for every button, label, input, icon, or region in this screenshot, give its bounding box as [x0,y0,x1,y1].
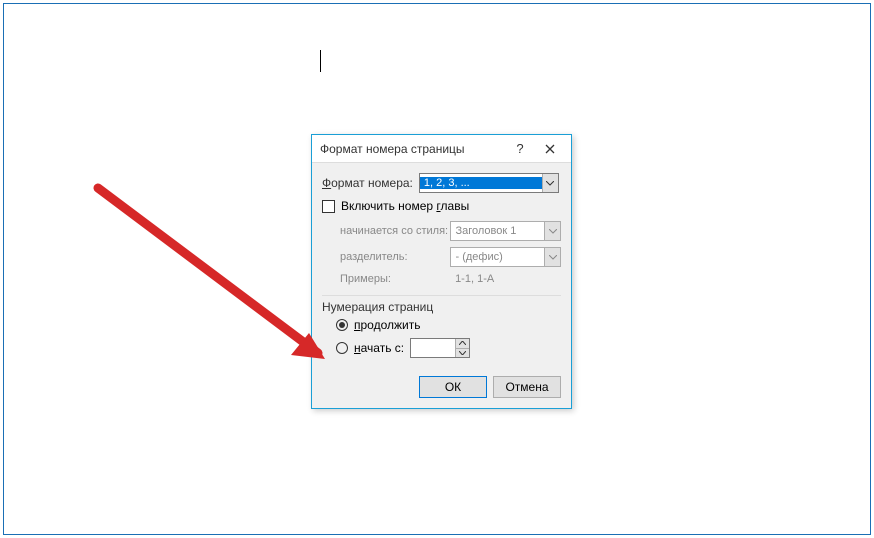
chevron-down-icon [544,222,560,240]
chevron-up-icon [459,341,466,345]
spinner-up-button[interactable] [456,339,469,349]
separator-value: - (дефис) [451,251,544,263]
dialog-body: Формат номера: 1, 2, 3, ... Включить ном… [312,163,571,368]
start-at-radio-row[interactable]: начать с: [322,338,561,358]
chapter-style-dropdown[interactable]: Заголовок 1 [450,221,561,241]
examples-row: Примеры: 1-1, 1-A [322,273,561,285]
format-dropdown[interactable]: 1, 2, 3, ... [419,173,559,193]
chapter-subgroup: начинается со стиля: Заголовок 1 раздели… [322,221,561,267]
close-icon [545,144,555,154]
page-number-format-dialog: Формат номера страницы ? Формат номера: … [311,134,572,409]
start-at-spinner[interactable] [410,338,470,358]
cancel-button[interactable]: Отмена [493,376,561,398]
start-at-value[interactable] [411,339,455,357]
dialog-title: Формат номера страницы [320,142,505,156]
ok-button[interactable]: ОК [419,376,487,398]
format-label: Формат номера: [322,176,413,190]
chapter-style-value: Заголовок 1 [451,225,544,237]
dialog-titlebar: Формат номера страницы ? [312,135,571,163]
close-button[interactable] [535,138,565,160]
include-chapter-label: Включить номер главы [341,199,469,213]
spinner-buttons [455,339,469,357]
chevron-down-icon [542,174,558,192]
chevron-down-icon [544,248,560,266]
format-row: Формат номера: 1, 2, 3, ... [322,173,561,193]
format-dropdown-value: 1, 2, 3, ... [420,177,542,189]
examples-label: Примеры: [340,273,452,285]
chevron-down-icon [459,351,466,355]
help-button[interactable]: ? [505,138,535,160]
starts-with-style-row: начинается со стиля: Заголовок 1 [340,221,561,241]
dialog-footer: ОК Отмена [312,368,571,408]
continue-radio-row[interactable]: продолжить [322,318,561,332]
continue-label: продолжить [354,318,420,332]
radio-dot-icon [339,322,345,328]
starts-with-style-label: начинается со стиля: [340,225,450,237]
include-chapter-checkbox[interactable] [322,200,335,213]
include-chapter-row[interactable]: Включить номер главы [322,199,561,213]
start-at-label: начать с: [354,341,404,355]
start-at-radio[interactable] [336,342,348,354]
examples-value: 1-1, 1-A [455,273,494,285]
separator-dropdown[interactable]: - (дефис) [450,247,561,267]
separator-row: разделитель: - (дефис) [340,247,561,267]
continue-radio[interactable] [336,319,348,331]
text-cursor [320,50,321,72]
numbering-group-label: Нумерация страниц [322,295,561,314]
separator-label: разделитель: [340,251,450,263]
spinner-down-button[interactable] [456,349,469,358]
